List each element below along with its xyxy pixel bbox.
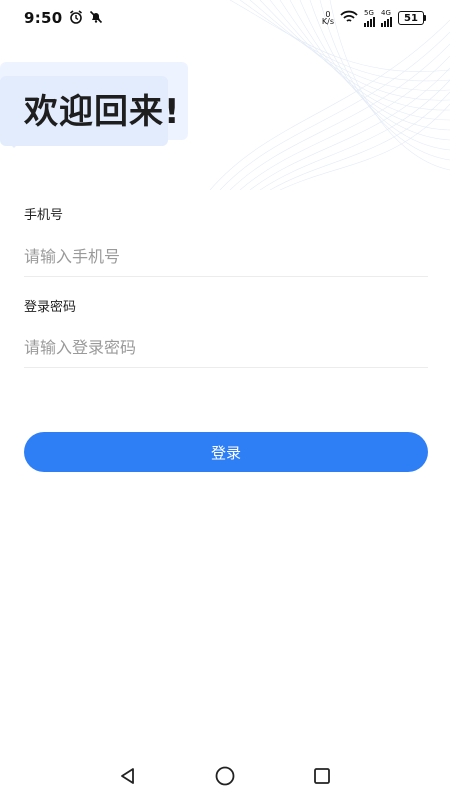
system-navigation-bar [0, 752, 450, 800]
battery-level: 51 [398, 11, 424, 25]
page-title: 欢迎回来! [24, 92, 181, 132]
wifi-icon [340, 9, 358, 28]
mute-notification-icon [89, 9, 103, 28]
home-icon[interactable] [205, 756, 245, 796]
status-time: 9:50 [24, 9, 63, 27]
login-button[interactable]: 登录 [24, 432, 428, 472]
signal-5g-label: 5G [364, 9, 374, 17]
signal-strength-icon-5g: 5G [364, 9, 375, 27]
battery-icon: 51 [398, 11, 426, 25]
phone-input[interactable] [24, 234, 428, 278]
network-speed: 0 K/s [321, 11, 334, 26]
recents-icon[interactable] [302, 756, 342, 796]
password-input[interactable] [24, 325, 428, 369]
back-icon[interactable] [108, 756, 148, 796]
status-bar: 9:50 0 K/s 5G 4G 51 [0, 0, 450, 36]
network-speed-unit: K/s [321, 17, 334, 26]
phone-divider [24, 276, 428, 277]
signal-4g-label: 4G [381, 9, 391, 17]
password-label: 登录密码 [24, 300, 77, 315]
alarm-icon [69, 9, 83, 28]
phone-label: 手机号 [24, 208, 64, 223]
password-divider [24, 367, 428, 368]
signal-strength-icon-4g: 4G [381, 9, 392, 27]
